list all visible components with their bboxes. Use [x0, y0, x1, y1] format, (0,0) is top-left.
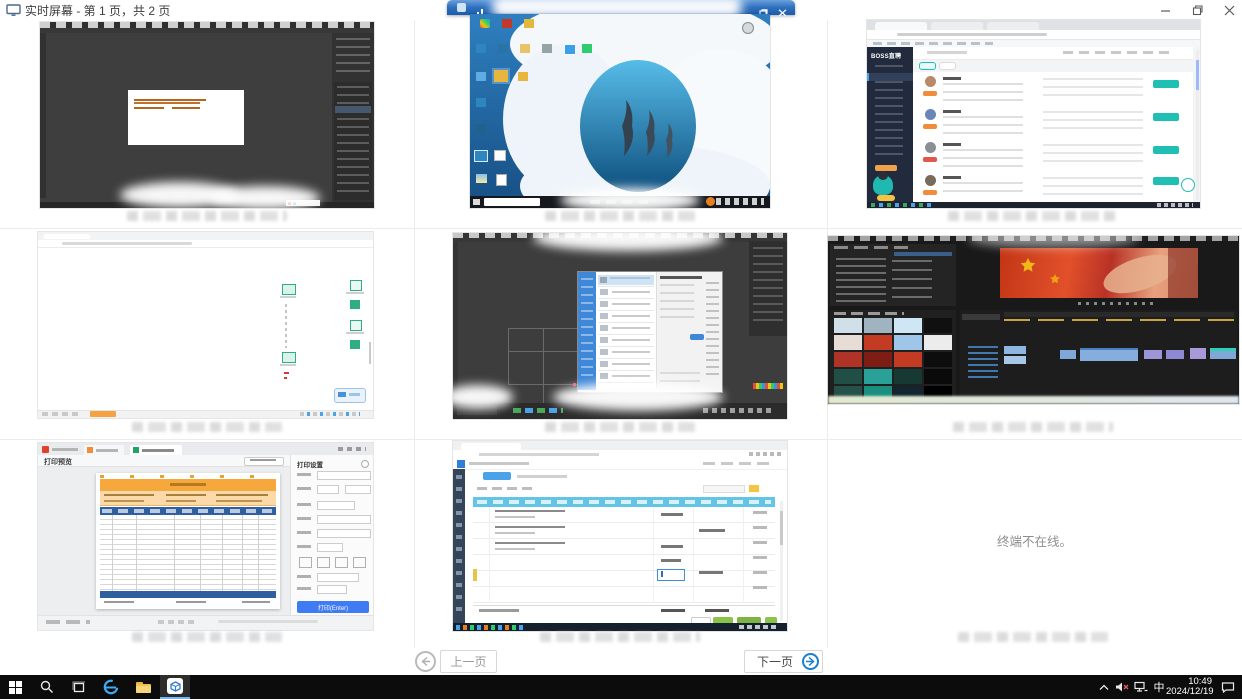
site-logo: BOSS直聘	[871, 51, 901, 60]
thumbnail-browser-recruiting[interactable]: BOSS直聘	[867, 20, 1200, 208]
clock-date: 2024/12/19	[1166, 687, 1212, 697]
legacy-close-icon[interactable]	[778, 4, 787, 22]
legacy-window-titlebar[interactable]	[447, 0, 795, 15]
canvas-document	[128, 90, 244, 145]
search-icon[interactable]	[32, 675, 62, 699]
next-page-label: 下一页	[757, 653, 793, 670]
table-header	[473, 497, 775, 507]
iceberg-wallpaper	[470, 14, 770, 208]
thumbnail-image-editor[interactable]	[40, 22, 374, 208]
chat-button	[1153, 177, 1179, 185]
sheet-preview	[96, 473, 280, 609]
chat-button	[1153, 113, 1179, 121]
thumbnail-caption	[958, 632, 1108, 642]
thumbnail-caption	[948, 211, 1118, 221]
prev-page-label: 上一页	[450, 653, 486, 670]
asset-dialog	[577, 271, 723, 393]
next-page-button[interactable]: 下一页	[744, 650, 823, 673]
volume-muted-icon[interactable]	[1112, 675, 1132, 699]
video-preview	[1000, 248, 1198, 298]
print-settings-title: 打印设置	[297, 459, 323, 469]
primary-action-button	[483, 472, 511, 480]
thumbnail-caption	[132, 632, 282, 642]
timeline	[960, 310, 1237, 400]
offline-status-text: 终端不在线。	[997, 531, 1072, 550]
minimize-button[interactable]	[1150, 0, 1180, 20]
file-explorer-icon[interactable]	[128, 675, 158, 699]
prev-page-button[interactable]: 上一页	[440, 650, 497, 673]
tile-terminal-offline[interactable]: 终端不在线。	[827, 440, 1242, 640]
divider	[0, 228, 1242, 229]
close-button[interactable]	[1214, 0, 1242, 20]
thumbnail-caption	[132, 422, 282, 432]
active-app-monitor[interactable]	[160, 675, 190, 699]
ime-label: 中	[1154, 679, 1165, 695]
monitor-icon	[6, 4, 21, 17]
restore-button[interactable]	[1182, 0, 1212, 20]
network-icon[interactable]	[1131, 675, 1151, 699]
thumbnail-video-editor[interactable]	[828, 236, 1239, 404]
print-settings-panel: 打印设置 打印(Enter)	[290, 455, 373, 615]
thumbnail-caption	[953, 422, 1113, 432]
thumbnail-caption	[540, 632, 700, 642]
candidate-card	[913, 138, 1193, 172]
next-page-icon	[802, 653, 819, 670]
media-bin	[830, 310, 956, 400]
thumbnail-caption	[545, 211, 695, 221]
tray-chevron-icon[interactable]	[1094, 675, 1114, 699]
site-sidebar: BOSS直聘	[867, 47, 913, 202]
thumbnail-cad-dialog[interactable]	[453, 233, 787, 419]
chat-button	[1153, 80, 1179, 88]
start-button[interactable]	[0, 675, 30, 699]
app-window: 实时屏幕 - 第 1 页，共 2 页	[0, 0, 1242, 699]
print-button[interactable]: 打印(Enter)	[297, 601, 369, 613]
thumbnail-whiteboard[interactable]	[38, 232, 373, 418]
chat-button	[1153, 146, 1179, 154]
prev-page-icon[interactable]	[415, 651, 436, 672]
divider	[414, 20, 415, 648]
print-preview-title: 打印预览	[44, 457, 72, 467]
thumbnail-print-preview[interactable]: 打印预览	[38, 443, 373, 630]
taskbar-clock[interactable]: 10:49 2024/12/19	[1166, 677, 1212, 697]
task-view-icon[interactable]	[64, 675, 94, 699]
thumbnail-caption	[127, 211, 287, 221]
thumbnail-desktop-iceberg[interactable]	[470, 14, 770, 208]
action-center-icon[interactable]	[1216, 675, 1240, 699]
legacy-app-icon	[457, 3, 466, 12]
thumbnail-web-erp[interactable]	[453, 441, 787, 631]
candidate-card	[913, 72, 1193, 106]
candidate-card	[913, 105, 1193, 139]
page-title: 实时屏幕 - 第 1 页，共 2 页	[25, 2, 170, 19]
monitor-app-icon	[167, 678, 183, 694]
browser-e-icon[interactable]	[96, 675, 126, 699]
thumbnail-caption	[545, 422, 695, 432]
candidate-card	[913, 171, 1193, 202]
windows-taskbar: 中 10:49 2024/12/19	[0, 675, 1242, 699]
